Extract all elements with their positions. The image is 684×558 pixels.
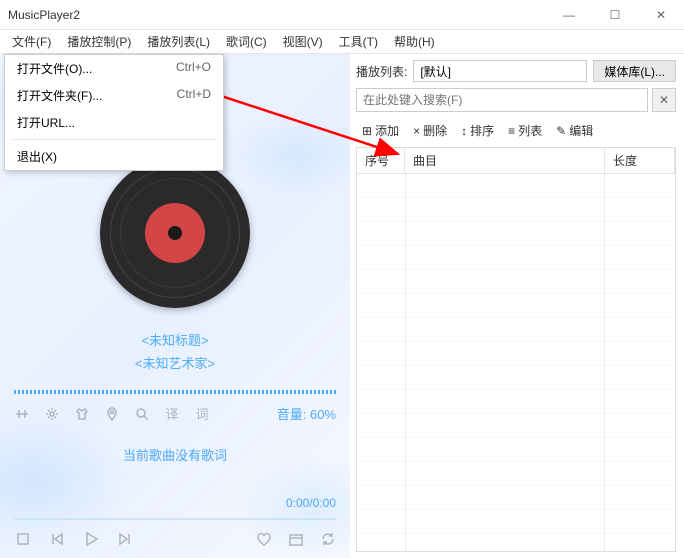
menu-open-folder[interactable]: 打开文件夹(F)... Ctrl+D — [5, 82, 223, 109]
previous-button[interactable] — [48, 530, 66, 548]
search-icon[interactable] — [134, 406, 150, 422]
window-title: MusicPlayer2 — [8, 8, 546, 22]
menu-playlist[interactable]: 播放列表(L) — [139, 30, 218, 53]
stop-button[interactable] — [14, 530, 32, 548]
settings-icon[interactable] — [44, 406, 60, 422]
playlist-actions: ⊞添加 ×删除 ↕排序 ≡列表 ✎编辑 — [356, 118, 676, 143]
window-buttons: — ☐ ✕ — [546, 0, 684, 30]
menu-help[interactable]: 帮助(H) — [386, 30, 443, 53]
toolbar: 译 词 音量: 60% — [14, 404, 336, 423]
volume-display[interactable]: 音量: 60% — [277, 404, 336, 423]
track-artist: <未知艺术家> — [14, 353, 336, 372]
sort-icon: ↕ — [461, 124, 467, 138]
menu-open-file[interactable]: 打开文件(O)... Ctrl+O — [5, 55, 223, 82]
playlist-select[interactable]: [默认] — [413, 60, 587, 82]
menu-play-control[interactable]: 播放控制(P) — [59, 30, 139, 53]
equalizer-icon[interactable] — [14, 406, 30, 422]
menubar: 文件(F) 播放控制(P) 播放列表(L) 歌词(C) 视图(V) 工具(T) … — [0, 30, 684, 54]
time-display: 0:00/0:00 — [286, 496, 336, 510]
menu-file[interactable]: 文件(F) — [4, 30, 59, 53]
library-icon[interactable] — [288, 531, 304, 547]
playback-controls — [14, 530, 336, 548]
menu-exit[interactable]: 退出(X) — [5, 143, 223, 170]
play-button[interactable] — [82, 530, 100, 548]
column-index[interactable]: 序号 — [357, 148, 405, 173]
album-art-area — [14, 158, 336, 308]
location-icon[interactable] — [104, 406, 120, 422]
search-input[interactable] — [356, 88, 648, 112]
menu-lyrics[interactable]: 歌词(C) — [218, 30, 275, 53]
progress-bar[interactable] — [14, 518, 336, 520]
menu-open-folder-label: 打开文件夹(F)... — [17, 87, 102, 104]
close-button[interactable]: ✕ — [638, 0, 684, 30]
minimize-button[interactable]: — — [546, 0, 592, 30]
menu-open-file-label: 打开文件(O)... — [17, 60, 92, 77]
clear-search-button[interactable]: ✕ — [652, 88, 676, 112]
playlist-label: 播放列表: — [356, 63, 407, 80]
menu-open-folder-shortcut: Ctrl+D — [177, 87, 211, 104]
delete-action[interactable]: ×删除 — [413, 122, 447, 139]
list-action[interactable]: ≡列表 — [508, 122, 542, 139]
edit-action[interactable]: ✎编辑 — [556, 122, 593, 139]
playlist-selector-row: 播放列表: [默认] 媒体库(L)... — [356, 60, 676, 82]
lyrics-display: 当前歌曲没有歌词 — [14, 445, 336, 464]
right-panel: 播放列表: [默认] 媒体库(L)... ✕ ⊞添加 ×删除 ↕排序 ≡列表 ✎… — [350, 54, 684, 558]
lyric-button[interactable]: 词 — [194, 406, 210, 422]
playlist-table: 序号 曲目 长度 — [356, 147, 676, 552]
delete-icon: × — [413, 124, 420, 138]
file-dropdown-menu: 打开文件(O)... Ctrl+O 打开文件夹(F)... Ctrl+D 打开U… — [4, 54, 224, 171]
add-action[interactable]: ⊞添加 — [362, 122, 399, 139]
media-library-button[interactable]: 媒体库(L)... — [593, 60, 676, 82]
disc-label — [145, 203, 205, 263]
column-track[interactable]: 曲目 — [405, 148, 605, 173]
shirt-icon[interactable] — [74, 406, 90, 422]
titlebar: MusicPlayer2 — ☐ ✕ — [0, 0, 684, 30]
sort-action[interactable]: ↕排序 — [461, 122, 494, 139]
menu-separator — [13, 139, 215, 140]
playbar: 0:00/0:00 — [0, 486, 350, 558]
disc-hole — [168, 226, 182, 240]
repeat-icon[interactable] — [320, 531, 336, 547]
table-header: 序号 曲目 长度 — [357, 148, 675, 174]
favorite-icon[interactable] — [256, 531, 272, 547]
translate-button[interactable]: 译 — [164, 406, 180, 422]
list-icon: ≡ — [508, 124, 515, 138]
menu-tools[interactable]: 工具(T) — [331, 30, 386, 53]
divider — [14, 390, 336, 394]
track-title: <未知标题> — [14, 330, 336, 349]
menu-view[interactable]: 视图(V) — [275, 30, 331, 53]
menu-open-url[interactable]: 打开URL... — [5, 109, 223, 136]
track-info: <未知标题> <未知艺术家> — [14, 326, 336, 376]
column-length[interactable]: 长度 — [605, 148, 675, 173]
menu-open-file-shortcut: Ctrl+O — [176, 60, 211, 77]
menu-exit-label: 退出(X) — [17, 148, 57, 165]
maximize-button[interactable]: ☐ — [592, 0, 638, 30]
menu-open-url-label: 打开URL... — [17, 114, 75, 131]
vinyl-disc-icon — [100, 158, 250, 308]
next-button[interactable] — [116, 530, 134, 548]
search-row: ✕ — [356, 88, 676, 112]
add-icon: ⊞ — [362, 124, 372, 138]
edit-icon: ✎ — [556, 124, 566, 138]
table-body — [357, 174, 675, 552]
